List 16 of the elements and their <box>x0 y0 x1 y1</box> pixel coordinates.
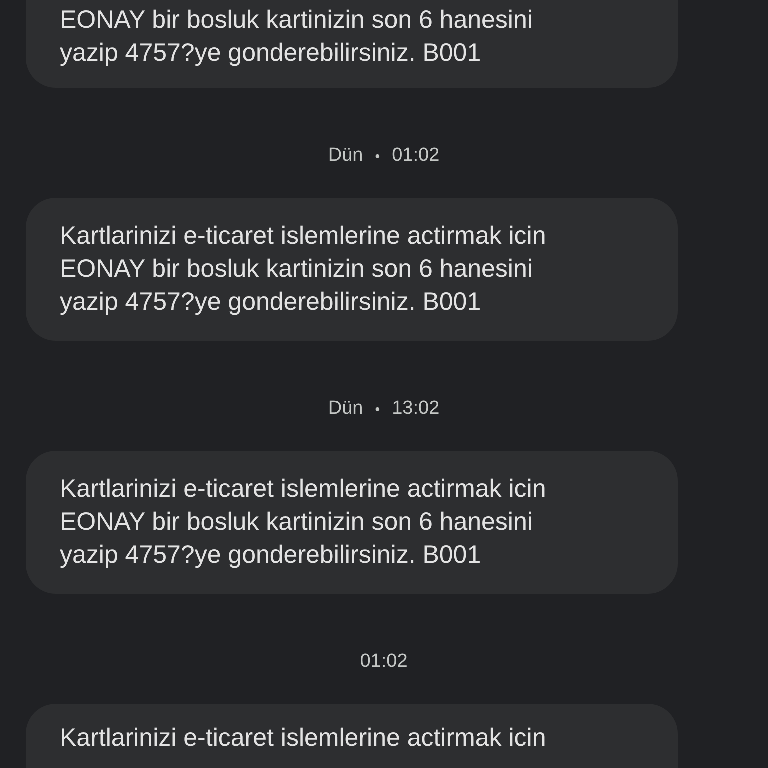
message-time: 13:02 <box>392 397 440 421</box>
separator-dot: • <box>375 147 380 166</box>
message-text-line: yazip 4757?ye gonderebilirsiniz. B001 <box>60 287 482 318</box>
message-text-line: EONAY bir bosluk kartinizin son 6 hanesini <box>60 5 534 36</box>
message-date: Dün <box>328 144 364 168</box>
message-text-line: Kartlarinizi e-ticaret islemlerine actirmak icin <box>60 221 548 252</box>
message-time: 01:02 <box>392 144 440 168</box>
message-text-line: Kartlarinizi e-ticaret islemlerine actirmak icin <box>60 723 548 754</box>
message-date: Dün <box>328 397 364 421</box>
message-text-line: Kartlarinizi e-ticaret islemlerine actirmak icin <box>60 474 548 505</box>
message-text-line: yazip 4757?ye gonderebilirsiniz. B001 <box>60 38 482 69</box>
separator-dot: • <box>375 400 380 419</box>
message-text-line: EONAY bir bosluk kartinizin son 6 hanesini <box>60 254 534 285</box>
message-text-line: EONAY bir bosluk kartinizin son 6 hanesini <box>60 507 534 538</box>
message-text-line: yazip 4757?ye gonderebilirsiniz. B001 <box>60 540 482 571</box>
message-time: 01:02 <box>360 650 408 674</box>
